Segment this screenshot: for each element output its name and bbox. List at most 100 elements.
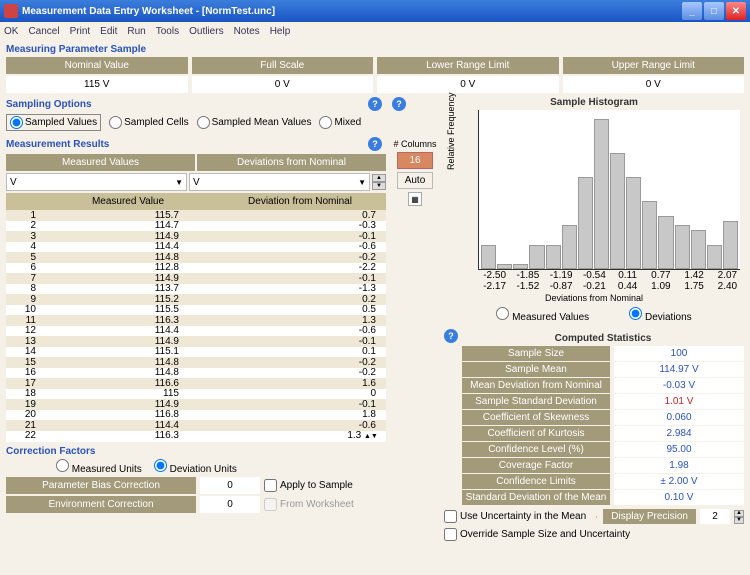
param-section-title: Measuring Parameter Sample: [6, 44, 750, 55]
table-row[interactable]: 17116.61.6: [6, 378, 386, 389]
table-row[interactable]: 3114.9-0.1: [6, 231, 386, 242]
help-icon[interactable]: ?: [444, 329, 458, 343]
sampling-title: Sampling Options: [6, 99, 92, 110]
menu-print[interactable]: Print: [70, 26, 91, 37]
lower-value: 0 V: [377, 76, 559, 93]
apply-sample-check[interactable]: Apply to Sample: [264, 479, 353, 492]
table-row[interactable]: 2114.7-0.3: [6, 221, 386, 232]
close-button[interactable]: ✕: [726, 2, 746, 20]
histogram-bar: [513, 264, 528, 269]
radio-sampled-mean[interactable]: Sampled Mean Values: [197, 116, 312, 129]
menu-help[interactable]: Help: [270, 26, 291, 37]
radio-histo-measured[interactable]: Measured Values: [496, 307, 589, 323]
menu-cancel[interactable]: Cancel: [28, 26, 59, 37]
histogram-bar: [626, 177, 641, 269]
lower-label: Lower Range Limit: [377, 57, 559, 74]
histogram-ylabel: Relative Frequency: [446, 92, 456, 170]
table-row[interactable]: 11116.31.3: [6, 315, 386, 326]
calendar-icon[interactable]: ▦: [408, 192, 422, 206]
stats-label: Standard Deviation of the Mean: [462, 490, 610, 505]
table-row[interactable]: 13114.9-0.1: [6, 336, 386, 347]
histogram-bar: [642, 201, 657, 269]
sampling-options: Sampled Values Sampled Cells Sampled Mea…: [6, 114, 386, 131]
help-icon[interactable]: ?: [368, 97, 382, 111]
stats-value: 0.10 V: [614, 490, 744, 505]
radio-sampled-values[interactable]: Sampled Values: [6, 114, 101, 131]
unit-spinner[interactable]: ▲▼: [372, 174, 386, 190]
stats-value: 95.00: [614, 442, 744, 457]
help-icon[interactable]: ?: [368, 137, 382, 151]
table-row[interactable]: 16114.8-0.2: [6, 368, 386, 379]
histogram-title: Sample Histogram: [444, 97, 744, 108]
table-row[interactable]: 22116.31.3 ▲▼: [6, 431, 386, 442]
stats-label: Confidence Level (%): [462, 442, 610, 457]
env-input[interactable]: 0: [200, 496, 260, 513]
menu-outliers[interactable]: Outliers: [189, 26, 223, 37]
stats-value: 114.97 V: [614, 362, 744, 377]
columns-auto-button[interactable]: Auto: [397, 172, 433, 189]
histogram-bar: [546, 245, 561, 269]
table-row[interactable]: 10115.50.5: [6, 305, 386, 316]
table-row[interactable]: 5114.8-0.2: [6, 252, 386, 263]
radio-mixed[interactable]: Mixed: [319, 116, 361, 129]
stats-value: 1.98: [614, 458, 744, 473]
radio-histo-deviations[interactable]: Deviations: [629, 307, 691, 323]
table-row[interactable]: 21114.4-0.6: [6, 420, 386, 431]
nominal-label: Nominal Value: [6, 57, 188, 74]
table-row[interactable]: 8113.7-1.3: [6, 284, 386, 295]
bias-input[interactable]: 0: [200, 477, 260, 494]
deviation-unit-select[interactable]: V▼: [189, 173, 370, 191]
radio-deviation-units[interactable]: Deviation Units: [154, 459, 237, 475]
bias-label: Parameter Bias Correction: [6, 477, 196, 494]
table-row[interactable]: 14115.10.1: [6, 347, 386, 358]
help-icon[interactable]: ?: [392, 97, 406, 111]
stats-value: ± 2.00 V: [614, 474, 744, 489]
minimize-button[interactable]: _: [682, 2, 702, 20]
use-uncertainty-check[interactable]: Use Uncertainty in the Mean: [444, 510, 586, 523]
display-precision-label: Display Precision: [603, 509, 696, 524]
histogram-chart: [478, 110, 740, 270]
menu-notes[interactable]: Notes: [234, 26, 260, 37]
histogram-bar: [691, 230, 706, 269]
display-precision-value[interactable]: 2: [700, 509, 730, 524]
override-check[interactable]: Override Sample Size and Uncertainty: [444, 528, 630, 541]
table-row[interactable]: 4114.4-0.6: [6, 242, 386, 253]
table-row[interactable]: 7114.9-0.1: [6, 273, 386, 284]
deviations-head: Deviations from Nominal: [197, 154, 386, 171]
table-row[interactable]: 6112.8-2.2: [6, 263, 386, 274]
correction-title: Correction Factors: [6, 446, 386, 457]
chevron-down-icon: ▼: [358, 178, 366, 187]
histogram-xlabel: Deviations from Nominal: [444, 293, 744, 303]
table-row[interactable]: 15114.8-0.2: [6, 357, 386, 368]
histogram-bar: [497, 264, 512, 269]
env-label: Environment Correction: [6, 496, 196, 513]
menu-tools[interactable]: Tools: [156, 26, 179, 37]
measured-values-head: Measured Values: [6, 154, 195, 171]
stats-label: Mean Deviation from Nominal: [462, 378, 610, 393]
table-row[interactable]: 19114.9-0.1: [6, 399, 386, 410]
stats-value: 1.01 V: [614, 394, 744, 409]
maximize-button[interactable]: □: [704, 2, 724, 20]
measured-unit-select[interactable]: V▼: [6, 173, 187, 191]
table-row[interactable]: 12114.4-0.6: [6, 326, 386, 337]
results-grid[interactable]: 1115.70.72114.7-0.33114.9-0.14114.4-0.65…: [6, 210, 386, 442]
menu-ok[interactable]: OK: [4, 26, 18, 37]
table-row[interactable]: 1115.70.7: [6, 210, 386, 221]
from-worksheet-check: From Worksheet: [264, 498, 354, 511]
upper-value: 0 V: [563, 76, 745, 93]
histogram-bar: [529, 245, 544, 269]
radio-measured-units[interactable]: Measured Units: [56, 459, 142, 475]
table-row[interactable]: 9115.20.2: [6, 294, 386, 305]
stats-label: Sample Mean: [462, 362, 610, 377]
menu-edit[interactable]: Edit: [100, 26, 117, 37]
menu-run[interactable]: Run: [127, 26, 145, 37]
title-bar: Measurement Data Entry Worksheet - [Norm…: [0, 0, 750, 22]
columns-value[interactable]: 16: [397, 152, 433, 169]
radio-sampled-cells[interactable]: Sampled Cells: [109, 116, 188, 129]
table-row[interactable]: 181150: [6, 389, 386, 400]
stats-table: Sample Size100Sample Mean114.97 VMean De…: [462, 346, 744, 505]
stats-label: Coefficient of Skewness: [462, 410, 610, 425]
histogram-bar: [707, 245, 722, 269]
precision-spinner[interactable]: ▲▼: [734, 510, 744, 524]
table-row[interactable]: 20116.81.8: [6, 410, 386, 421]
